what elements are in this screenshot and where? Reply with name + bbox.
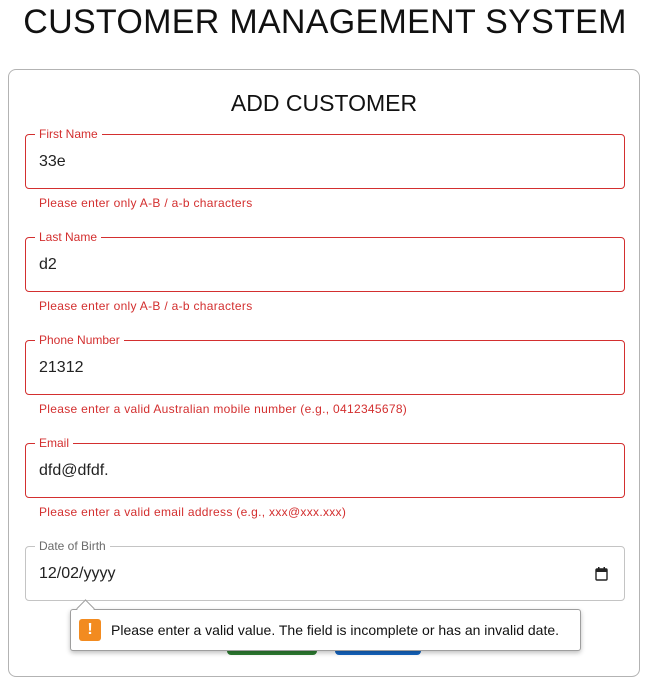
date-of-birth-field[interactable]: Date of Birth 12/02/yyyy — [25, 539, 625, 601]
first-name-field[interactable]: First Name 33e — [25, 127, 625, 189]
phone-number-label: Phone Number — [35, 333, 124, 347]
phone-number-error: Please enter a valid Australian mobile n… — [39, 402, 408, 416]
phone-number-field[interactable]: Phone Number 21312 — [25, 333, 625, 395]
calendar-icon[interactable] — [595, 567, 608, 581]
date-of-birth-label: Date of Birth — [35, 539, 110, 553]
add-customer-form: ADD CUSTOMER First Name 33e Please enter… — [8, 69, 640, 677]
validation-tooltip: ! Please enter a valid value. The field … — [70, 599, 581, 651]
first-name-value[interactable]: 33e — [39, 152, 66, 172]
last-name-error: Please enter only A-B / a-b characters — [39, 299, 253, 313]
page-title: CUSTOMER MANAGEMENT SYSTEM — [23, 3, 627, 41]
last-name-field[interactable]: Last Name d2 — [25, 230, 625, 292]
email-field[interactable]: Email dfd@dfdf. — [25, 436, 625, 498]
email-error: Please enter a valid email address (e.g.… — [39, 505, 347, 519]
first-name-label: First Name — [35, 127, 102, 141]
date-of-birth-value[interactable]: 12/02/yyyy — [39, 564, 115, 584]
email-value[interactable]: dfd@dfdf. — [39, 461, 109, 481]
validation-message: Please enter a valid value. The field is… — [111, 622, 560, 638]
phone-number-value[interactable]: 21312 — [39, 358, 84, 378]
email-label: Email — [35, 436, 74, 450]
form-title: ADD CUSTOMER — [230, 90, 418, 116]
last-name-value[interactable]: d2 — [39, 255, 57, 275]
first-name-error: Please enter only A-B / a-b characters — [39, 196, 253, 210]
warning-icon: ! — [79, 619, 101, 641]
last-name-label: Last Name — [35, 230, 102, 244]
